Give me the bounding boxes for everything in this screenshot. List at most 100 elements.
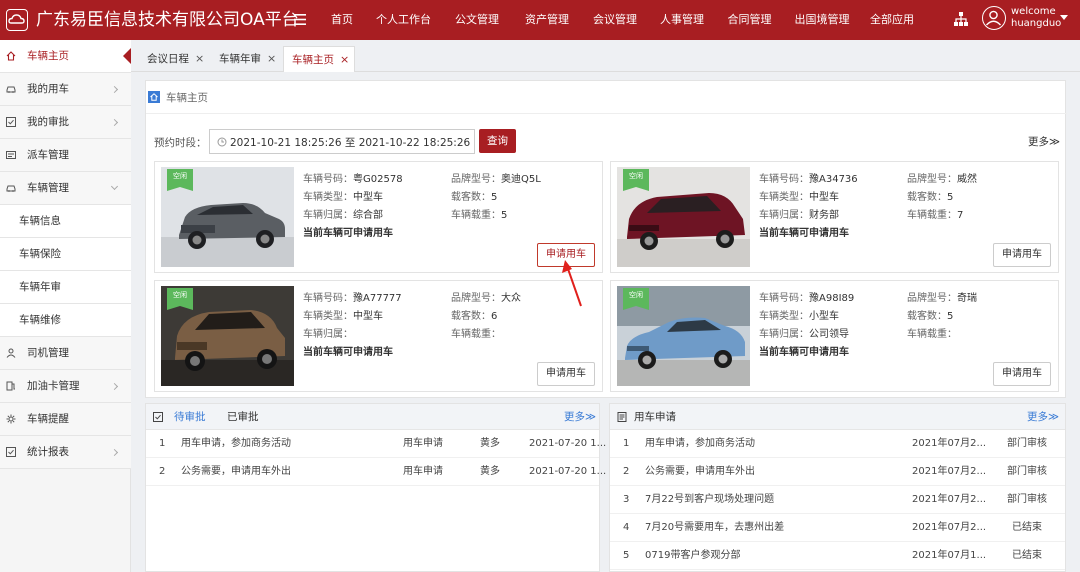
table-row[interactable]: 2 公务需要，申请用车外出 用车申请 黄多 2021-07-20 1... (146, 458, 606, 486)
row-status: 部门审核 (1007, 438, 1047, 449)
sidebar-item-label: 统计报表 (27, 446, 69, 458)
row-date: 2021年07月2... (912, 494, 987, 505)
row-date: 2021-07-20 1... (529, 438, 607, 449)
model-field: 品牌型号：大众 (451, 293, 521, 304)
driver-icon (6, 348, 16, 358)
user-avatar-icon[interactable] (982, 6, 1006, 30)
row-date: 2021年07月2... (912, 466, 987, 477)
date-range-input[interactable]: 2021-10-21 18:25:26 至 2021-10-22 18:25:2… (209, 129, 475, 154)
sidebar-item-label: 车辆维修 (19, 314, 61, 326)
date-range-value: 2021-10-21 18:25:26 至 2021-10-22 18:25:2… (230, 137, 471, 149)
table-row[interactable]: 3 7月22号到客户现场处理问题 2021年07月2... 部门审核 (610, 486, 1065, 514)
nav-home[interactable]: 首页 (318, 0, 366, 40)
sidebar-subitem-vehicle-repair[interactable]: 车辆维修 (0, 304, 131, 337)
org-chart-icon[interactable] (954, 12, 968, 26)
row-title: 公务需要，申请用车外出 (181, 466, 291, 477)
tab-pending-approval[interactable]: 待审批 (174, 404, 206, 430)
sidebar-item-label: 车辆保险 (19, 248, 61, 260)
sidebar-item-dispatch[interactable]: 派车管理 (0, 139, 131, 172)
nav-contracts[interactable]: 合同管理 (715, 0, 784, 40)
sidebar-item-label: 我的审批 (27, 116, 69, 128)
user-info[interactable]: welcome huangduo (1011, 6, 1061, 30)
apply-vehicle-button[interactable]: 申请用车 (993, 362, 1051, 386)
sidebar-item-vehicle-home[interactable]: 车辆主页 (0, 40, 131, 73)
vehicle-photo-volkswagen: 空闲 (161, 286, 294, 386)
table-row[interactable]: 2 公务需要，申请用车外出 2021年07月2... 部门审核 (610, 458, 1065, 486)
clock-icon (217, 137, 227, 147)
user-dropdown-icon[interactable] (1060, 15, 1068, 20)
nav-hr[interactable]: 人事管理 (649, 0, 715, 40)
nav-documents[interactable]: 公文管理 (441, 0, 513, 40)
sidebar-item-fuel-card[interactable]: 加油卡管理 (0, 370, 131, 403)
owner-field: 车辆归属：财务部 (759, 210, 839, 221)
sidebar-subitem-vehicle-insurance[interactable]: 车辆保险 (0, 238, 131, 271)
row-number: 1 (623, 438, 630, 449)
chevron-right-icon (110, 118, 119, 127)
load-field: 车辆载重： (907, 329, 957, 340)
owner-field: 车辆归属： (303, 329, 353, 340)
table-row[interactable]: 4 7月20号需要用车，去惠州出差 2021年07月2... 已结束 (610, 514, 1065, 542)
status-badge: 空闲 (167, 169, 193, 191)
chevron-right-icon (110, 85, 119, 94)
sidebar-item-label: 我的用车 (27, 83, 69, 95)
nav-workbench[interactable]: 个人工作台 (366, 0, 441, 40)
tab-approved[interactable]: 已审批 (227, 404, 259, 430)
availability-text: 当前车辆可申请用车 (303, 228, 393, 239)
query-button[interactable]: 查询 (479, 129, 516, 153)
nav-meetings[interactable]: 会议管理 (581, 0, 649, 40)
close-icon[interactable]: × (267, 46, 276, 72)
tab-label: 会议日程 (147, 53, 189, 65)
sidebar-item-vehicle-reminder[interactable]: 车辆提醒 (0, 403, 131, 436)
sidebar-item-driver-management[interactable]: 司机管理 (0, 337, 131, 370)
row-date: 2021年07月2... (912, 522, 987, 533)
tab-meeting-schedule[interactable]: 会议日程 × (139, 46, 209, 72)
tab-vehicle-home[interactable]: 车辆主页 × (283, 46, 355, 72)
tab-annual-inspection[interactable]: 车辆年审 × (211, 46, 281, 72)
sidebar-item-my-approvals[interactable]: 我的审批 (0, 106, 131, 139)
approval-panel: 待审批 已审批 更多≫ 1 用车申请，参加商务活动 用车申请 黄多 2021-0… (145, 403, 606, 572)
panel-header: 用车申请 更多≫ (610, 404, 1065, 430)
home-icon (148, 91, 160, 103)
type-field: 车辆类型：中型车 (759, 192, 839, 203)
owner-field: 车辆归属：公司领导 (759, 329, 849, 340)
divider (146, 113, 1067, 114)
sidebar-item-my-vehicle-use[interactable]: 我的用车 (0, 73, 131, 106)
close-icon[interactable]: × (340, 47, 349, 73)
nav-travel-abroad[interactable]: 出国境管理 (784, 0, 860, 40)
load-field: 车辆载重：7 (907, 210, 964, 221)
table-row[interactable]: 5 0719带客户参观分部 2021年07月1... 已结束 (610, 542, 1065, 570)
sidebar-item-label: 车辆年审 (19, 281, 61, 293)
more-link[interactable]: 更多≫ (1027, 404, 1059, 430)
close-icon[interactable]: × (195, 46, 204, 72)
chevron-down-icon (110, 182, 119, 191)
type-field: 车辆类型：中型车 (303, 192, 383, 203)
availability-text: 当前车辆可申请用车 (759, 347, 849, 358)
chevron-right-icon (110, 382, 119, 391)
reservation-period-label: 预约时段： (154, 137, 207, 149)
row-person: 黄多 (480, 438, 500, 449)
vehicle-card: 空闲 车辆号码：豫A77777 品牌型号：大众 车辆类型：中型车 载客数：6 车… (154, 280, 603, 392)
table-row[interactable]: 1 用车申请，参加商务活动 2021年07月2... 部门审核 (610, 430, 1065, 458)
plate-field: 车辆号码：豫A98I89 (759, 293, 855, 304)
sidebar: 车辆主页 我的用车 我的审批 派车管理 车辆管理 车辆信息 车辆保险 车辆年审 … (0, 40, 131, 572)
menu-icon[interactable] (294, 14, 306, 25)
nav-assets[interactable]: 资产管理 (513, 0, 581, 40)
sidebar-subitem-vehicle-info[interactable]: 车辆信息 (0, 205, 131, 238)
row-number: 1 (159, 438, 166, 449)
top-header: 广东易臣信息技术有限公司OA平台 首页 个人工作台 公文管理 资产管理 会议管理… (0, 0, 1080, 40)
sidebar-item-label: 车辆管理 (27, 182, 69, 194)
more-link[interactable]: 更多≫ (564, 404, 596, 430)
more-link[interactable]: 更多≫ (1028, 134, 1060, 149)
nav-all-apps[interactable]: 全部应用 (860, 0, 924, 40)
owner-field: 车辆归属：综合部 (303, 210, 383, 221)
apply-vehicle-button[interactable]: 申请用车 (537, 362, 595, 386)
table-row[interactable]: 1 用车申请，参加商务活动 用车申请 黄多 2021-07-20 1... (146, 430, 606, 458)
apply-vehicle-button[interactable]: 申请用车 (993, 243, 1051, 267)
sidebar-item-vehicle-management[interactable]: 车辆管理 (0, 172, 131, 205)
cloud-logo-icon (6, 9, 28, 31)
status-badge: 空闲 (623, 288, 649, 310)
sidebar-subitem-annual-inspection[interactable]: 车辆年审 (0, 271, 131, 304)
dispatch-icon (6, 150, 16, 160)
sidebar-item-reports[interactable]: 统计报表 (0, 436, 131, 469)
sidebar-item-label: 加油卡管理 (27, 380, 80, 392)
